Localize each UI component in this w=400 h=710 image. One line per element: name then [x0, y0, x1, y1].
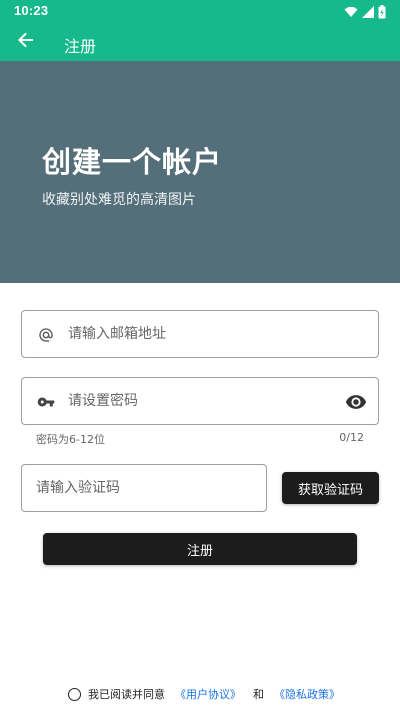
user-agreement-link[interactable]: 《用户协议》 — [175, 686, 241, 702]
agreement-and-text: 和 — [253, 688, 264, 701]
back-button[interactable] — [12, 28, 40, 56]
hero-banner: 创建一个帐户 收藏别处难觅的高清图片 — [0, 61, 400, 283]
key-icon — [34, 390, 58, 414]
agree-radio[interactable] — [68, 687, 81, 701]
privacy-policy-link[interactable]: 《隐私政策》 — [274, 686, 340, 702]
password-input[interactable] — [68, 378, 328, 424]
password-helper-text: 密码为6-12位 — [36, 433, 105, 446]
battery-charging-icon — [378, 5, 386, 19]
agreement-text: 我已阅读并同意 — [88, 688, 165, 701]
cellular-signal-icon — [362, 6, 374, 18]
verification-code-input[interactable] — [36, 465, 256, 511]
app-bar: 注册 — [0, 24, 400, 61]
status-time: 10:23 — [14, 3, 49, 18]
status-bar: 10:23 — [0, 0, 400, 24]
password-counter: 0/12 — [339, 431, 364, 444]
verification-code-field[interactable] — [21, 464, 267, 512]
wifi-icon — [344, 6, 358, 18]
password-field[interactable] — [21, 377, 379, 425]
hero-title: 创建一个帐户 — [42, 145, 223, 179]
eye-icon[interactable] — [344, 390, 368, 414]
arrow-back-icon — [17, 31, 35, 53]
page-title: 注册 — [64, 37, 97, 56]
agreement-row: 我已阅读并同意 《用户协议》 和 《隐私政策》 — [68, 686, 340, 702]
email-input[interactable] — [68, 311, 328, 357]
register-button[interactable]: 注册 — [43, 533, 357, 565]
at-sign-icon — [34, 323, 58, 347]
status-icons — [344, 5, 386, 19]
hero-subtitle: 收藏别处难觅的高清图片 — [42, 192, 196, 208]
email-field[interactable] — [21, 310, 379, 358]
get-code-button[interactable]: 获取验证码 — [282, 472, 379, 504]
